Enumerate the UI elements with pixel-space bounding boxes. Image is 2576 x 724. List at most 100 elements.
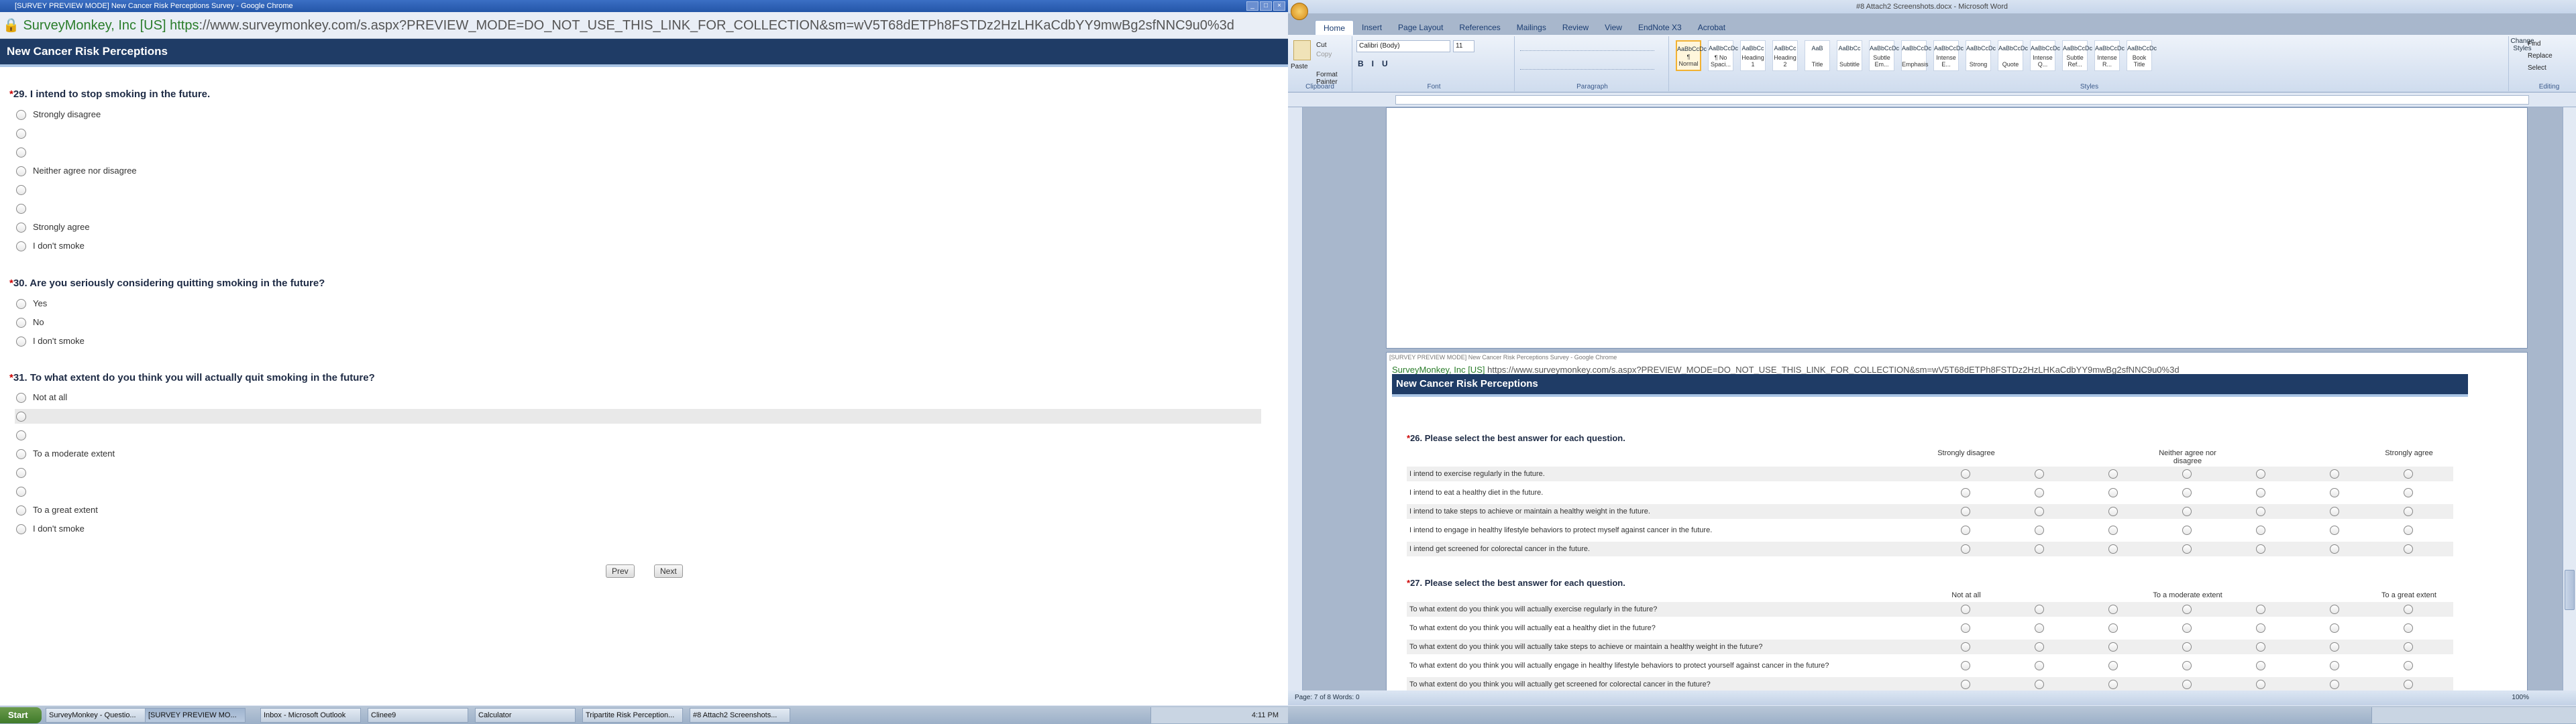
option-row[interactable] [16, 485, 33, 497]
radio-button[interactable] [2108, 623, 2118, 633]
option-row[interactable]: Neither agree nor disagree [16, 165, 137, 177]
radio-button[interactable] [16, 524, 26, 534]
radio-button[interactable] [1961, 680, 1970, 689]
radio-button[interactable] [2256, 544, 2265, 554]
radio-button[interactable] [16, 298, 26, 309]
taskbar-item[interactable]: [SURVEY PREVIEW MO... [145, 708, 246, 723]
taskbar-item[interactable]: #8 Attach2 Screenshots... [690, 708, 790, 723]
copy-button[interactable]: Copy [1316, 51, 1332, 58]
radio-button[interactable] [16, 467, 26, 478]
style-swatch[interactable]: AaBbCc Heading 1 [1740, 40, 1766, 71]
option-row[interactable]: No [16, 316, 44, 328]
document-page-embedded-screenshot[interactable]: [SURVEY PREVIEW MODE] New Cancer Risk Pe… [1386, 352, 2528, 694]
radio-button[interactable] [2035, 488, 2044, 497]
radio-button[interactable] [2404, 526, 2413, 535]
radio-button[interactable] [2108, 642, 2118, 652]
radio-button[interactable] [1961, 661, 1970, 670]
radio-button[interactable] [2404, 507, 2413, 516]
option-row[interactable]: To a moderate extent [16, 448, 115, 460]
radio-button[interactable] [2330, 544, 2339, 554]
taskbar-item[interactable]: SurveyMonkey - Questio... [46, 708, 146, 723]
radio-button[interactable] [2108, 661, 2118, 670]
radio-button[interactable] [2404, 488, 2413, 497]
radio-button[interactable] [2330, 507, 2339, 516]
radio-button[interactable] [2256, 488, 2265, 497]
radio-button[interactable] [16, 203, 26, 214]
radio-button[interactable] [16, 336, 26, 347]
radio-button[interactable] [2108, 605, 2118, 614]
radio-button[interactable] [16, 430, 26, 440]
ribbon-tab[interactable]: Home [1315, 20, 1354, 36]
option-row[interactable]: To a great extent [16, 504, 98, 516]
style-swatch[interactable]: AaBbCcDc ¶ Normal [1676, 40, 1707, 71]
option-row[interactable] [16, 410, 33, 422]
radio-button[interactable] [16, 147, 26, 158]
radio-button[interactable] [2108, 680, 2118, 689]
ribbon-tab[interactable]: EndNote X3 [1630, 20, 1690, 36]
radio-button[interactable] [2256, 661, 2265, 670]
radio-button[interactable] [2330, 680, 2339, 689]
radio-button[interactable] [1961, 469, 1970, 479]
option-row[interactable] [16, 127, 33, 139]
radio-button[interactable] [2108, 469, 2118, 479]
radio-button[interactable] [2404, 680, 2413, 689]
option-row[interactable]: I don't smoke [16, 523, 85, 535]
radio-button[interactable] [2256, 642, 2265, 652]
radio-button[interactable] [16, 184, 26, 195]
radio-button[interactable] [16, 222, 26, 233]
taskbar-item[interactable]: Clinee9 [368, 708, 468, 723]
radio-button[interactable] [2108, 488, 2118, 497]
ribbon-tab[interactable]: View [1597, 20, 1630, 36]
select-button[interactable]: Select [2528, 64, 2546, 72]
style-swatch[interactable]: AaBbCcDc Intense Q... [2030, 40, 2060, 71]
minimize-button[interactable]: _ [1246, 1, 1258, 11]
option-row[interactable] [16, 184, 33, 196]
style-swatch[interactable]: AaBbCcDc ¶ No Spaci... [1708, 40, 1738, 71]
maximize-button[interactable]: □ [1260, 1, 1272, 11]
radio-button[interactable] [16, 392, 26, 403]
style-swatch[interactable]: AaBbCcDc Emphasis [1901, 40, 1931, 71]
radio-button[interactable] [2404, 623, 2413, 633]
radio-button[interactable] [16, 505, 26, 516]
font-size-select[interactable]: 11 [1453, 40, 1474, 52]
radio-button[interactable] [16, 448, 26, 459]
radio-button[interactable] [2182, 469, 2192, 479]
radio-button[interactable] [1961, 544, 1970, 554]
option-row[interactable]: Strongly disagree [16, 109, 101, 121]
radio-button[interactable] [2182, 544, 2192, 554]
radio-button[interactable] [2035, 642, 2044, 652]
next-button[interactable]: Next [654, 564, 683, 578]
address-bar[interactable]: 🔒 SurveyMonkey, Inc [US] https://www.sur… [0, 12, 1288, 39]
radio-button[interactable] [2182, 642, 2192, 652]
radio-button[interactable] [1961, 605, 1970, 614]
radio-button[interactable] [2256, 507, 2265, 516]
style-swatch[interactable]: AaBbCc Heading 2 [1772, 40, 1798, 71]
radio-button[interactable] [2035, 544, 2044, 554]
taskbar-item[interactable]: Inbox - Microsoft Outlook [260, 708, 361, 723]
radio-button[interactable] [1961, 488, 1970, 497]
style-swatch[interactable]: AaBbCcDc Subtle Ref... [2062, 40, 2092, 71]
option-row[interactable] [16, 429, 33, 441]
radio-button[interactable] [2035, 623, 2044, 633]
radio-button[interactable] [2330, 661, 2339, 670]
vertical-scrollbar[interactable] [2563, 107, 2576, 690]
cut-button[interactable]: Cut [1316, 42, 1327, 49]
radio-button[interactable] [2182, 680, 2192, 689]
ribbon-tab[interactable]: Insert [1354, 20, 1390, 36]
ribbon-tab[interactable]: Review [1554, 20, 1597, 36]
style-swatch[interactable]: AaB Title [1805, 40, 1830, 71]
ribbon-tab[interactable]: Acrobat [1690, 20, 1733, 36]
radio-button[interactable] [2256, 680, 2265, 689]
style-swatch[interactable]: AaBbCcDc Book Title [2127, 40, 2157, 71]
option-row[interactable] [16, 467, 33, 479]
radio-button[interactable] [16, 109, 26, 120]
radio-button[interactable] [16, 411, 26, 422]
find-button[interactable]: Find [2528, 40, 2540, 48]
replace-button[interactable]: Replace [2528, 52, 2553, 60]
radio-button[interactable] [16, 128, 26, 139]
radio-button[interactable] [2330, 605, 2339, 614]
radio-button[interactable] [2256, 469, 2265, 479]
clock[interactable]: 4:11 PM [1252, 711, 1279, 719]
alignment-buttons[interactable] [1520, 59, 1654, 70]
radio-button[interactable] [2182, 605, 2192, 614]
